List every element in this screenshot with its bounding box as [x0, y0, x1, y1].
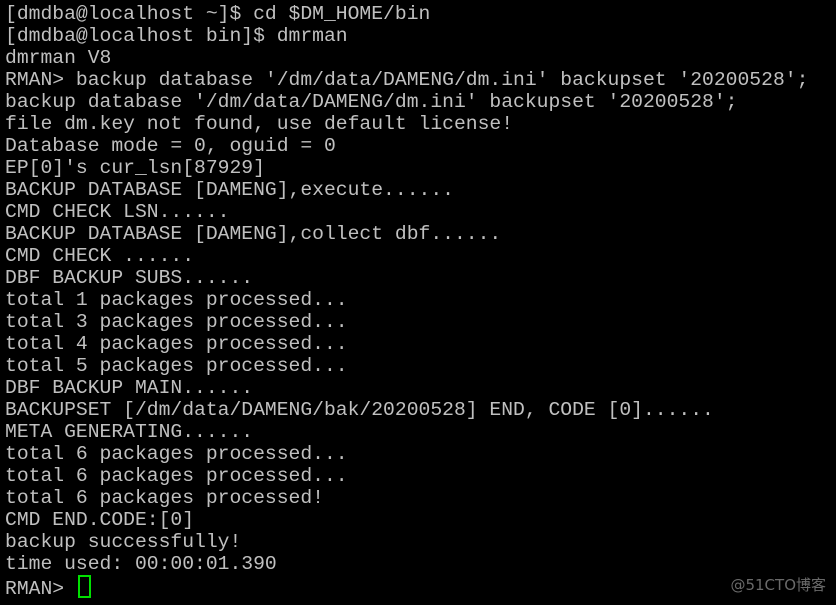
terminal-line: file dm.key not found, use default licen…: [5, 113, 514, 135]
terminal-line: CMD CHECK LSN......: [5, 201, 230, 223]
terminal-prompt-line[interactable]: RMAN>: [5, 575, 808, 600]
terminal-line: RMAN> backup database '/dm/data/DAMENG/d…: [5, 69, 809, 91]
terminal-line: time used: 00:00:01.390: [5, 553, 277, 575]
terminal-line: BACKUP DATABASE [DAMENG],collect dbf....…: [5, 223, 502, 245]
terminal-line: total 6 packages processed...: [5, 443, 348, 465]
terminal-line: DBF BACKUP SUBS......: [5, 267, 254, 289]
terminal-line: CMD END.CODE:[0]: [5, 509, 195, 531]
terminal-line: META GENERATING......: [5, 421, 254, 443]
terminal-line: total 6 packages processed!: [5, 487, 324, 509]
terminal-output[interactable]: [dmdba@localhost ~]$ cd $DM_HOME/bin [dmd…: [5, 3, 809, 600]
terminal-line: BACKUP DATABASE [DAMENG],execute......: [5, 179, 454, 201]
terminal-line: total 3 packages processed...: [5, 311, 348, 333]
terminal-line: total 5 packages processed...: [5, 355, 348, 377]
terminal-line: EP[0]'s cur_lsn[87929]: [5, 157, 265, 179]
cursor-icon: [77, 575, 91, 598]
terminal-line: BACKUPSET [/dm/data/DAMENG/bak/20200528]…: [5, 399, 714, 421]
terminal-line: DBF BACKUP MAIN......: [5, 377, 254, 399]
terminal-line: Database mode = 0, oguid = 0: [5, 135, 336, 157]
terminal-line: backup database '/dm/data/DAMENG/dm.ini'…: [5, 91, 738, 113]
terminal-line: backup successfully!: [5, 531, 242, 553]
prompt: RMAN>: [5, 578, 76, 600]
terminal-line: total 6 packages processed...: [5, 465, 348, 487]
terminal-line: [dmdba@localhost ~]$ cd $DM_HOME/bin: [5, 3, 431, 25]
terminal-line: [dmdba@localhost bin]$ dmrman: [5, 25, 348, 47]
terminal-line: total 4 packages processed...: [5, 333, 348, 355]
terminal-line: total 1 packages processed...: [5, 289, 348, 311]
terminal-line: dmrman V8: [5, 47, 112, 69]
watermark: @51CTO博客: [730, 576, 826, 594]
terminal-line: CMD CHECK ......: [5, 245, 195, 267]
